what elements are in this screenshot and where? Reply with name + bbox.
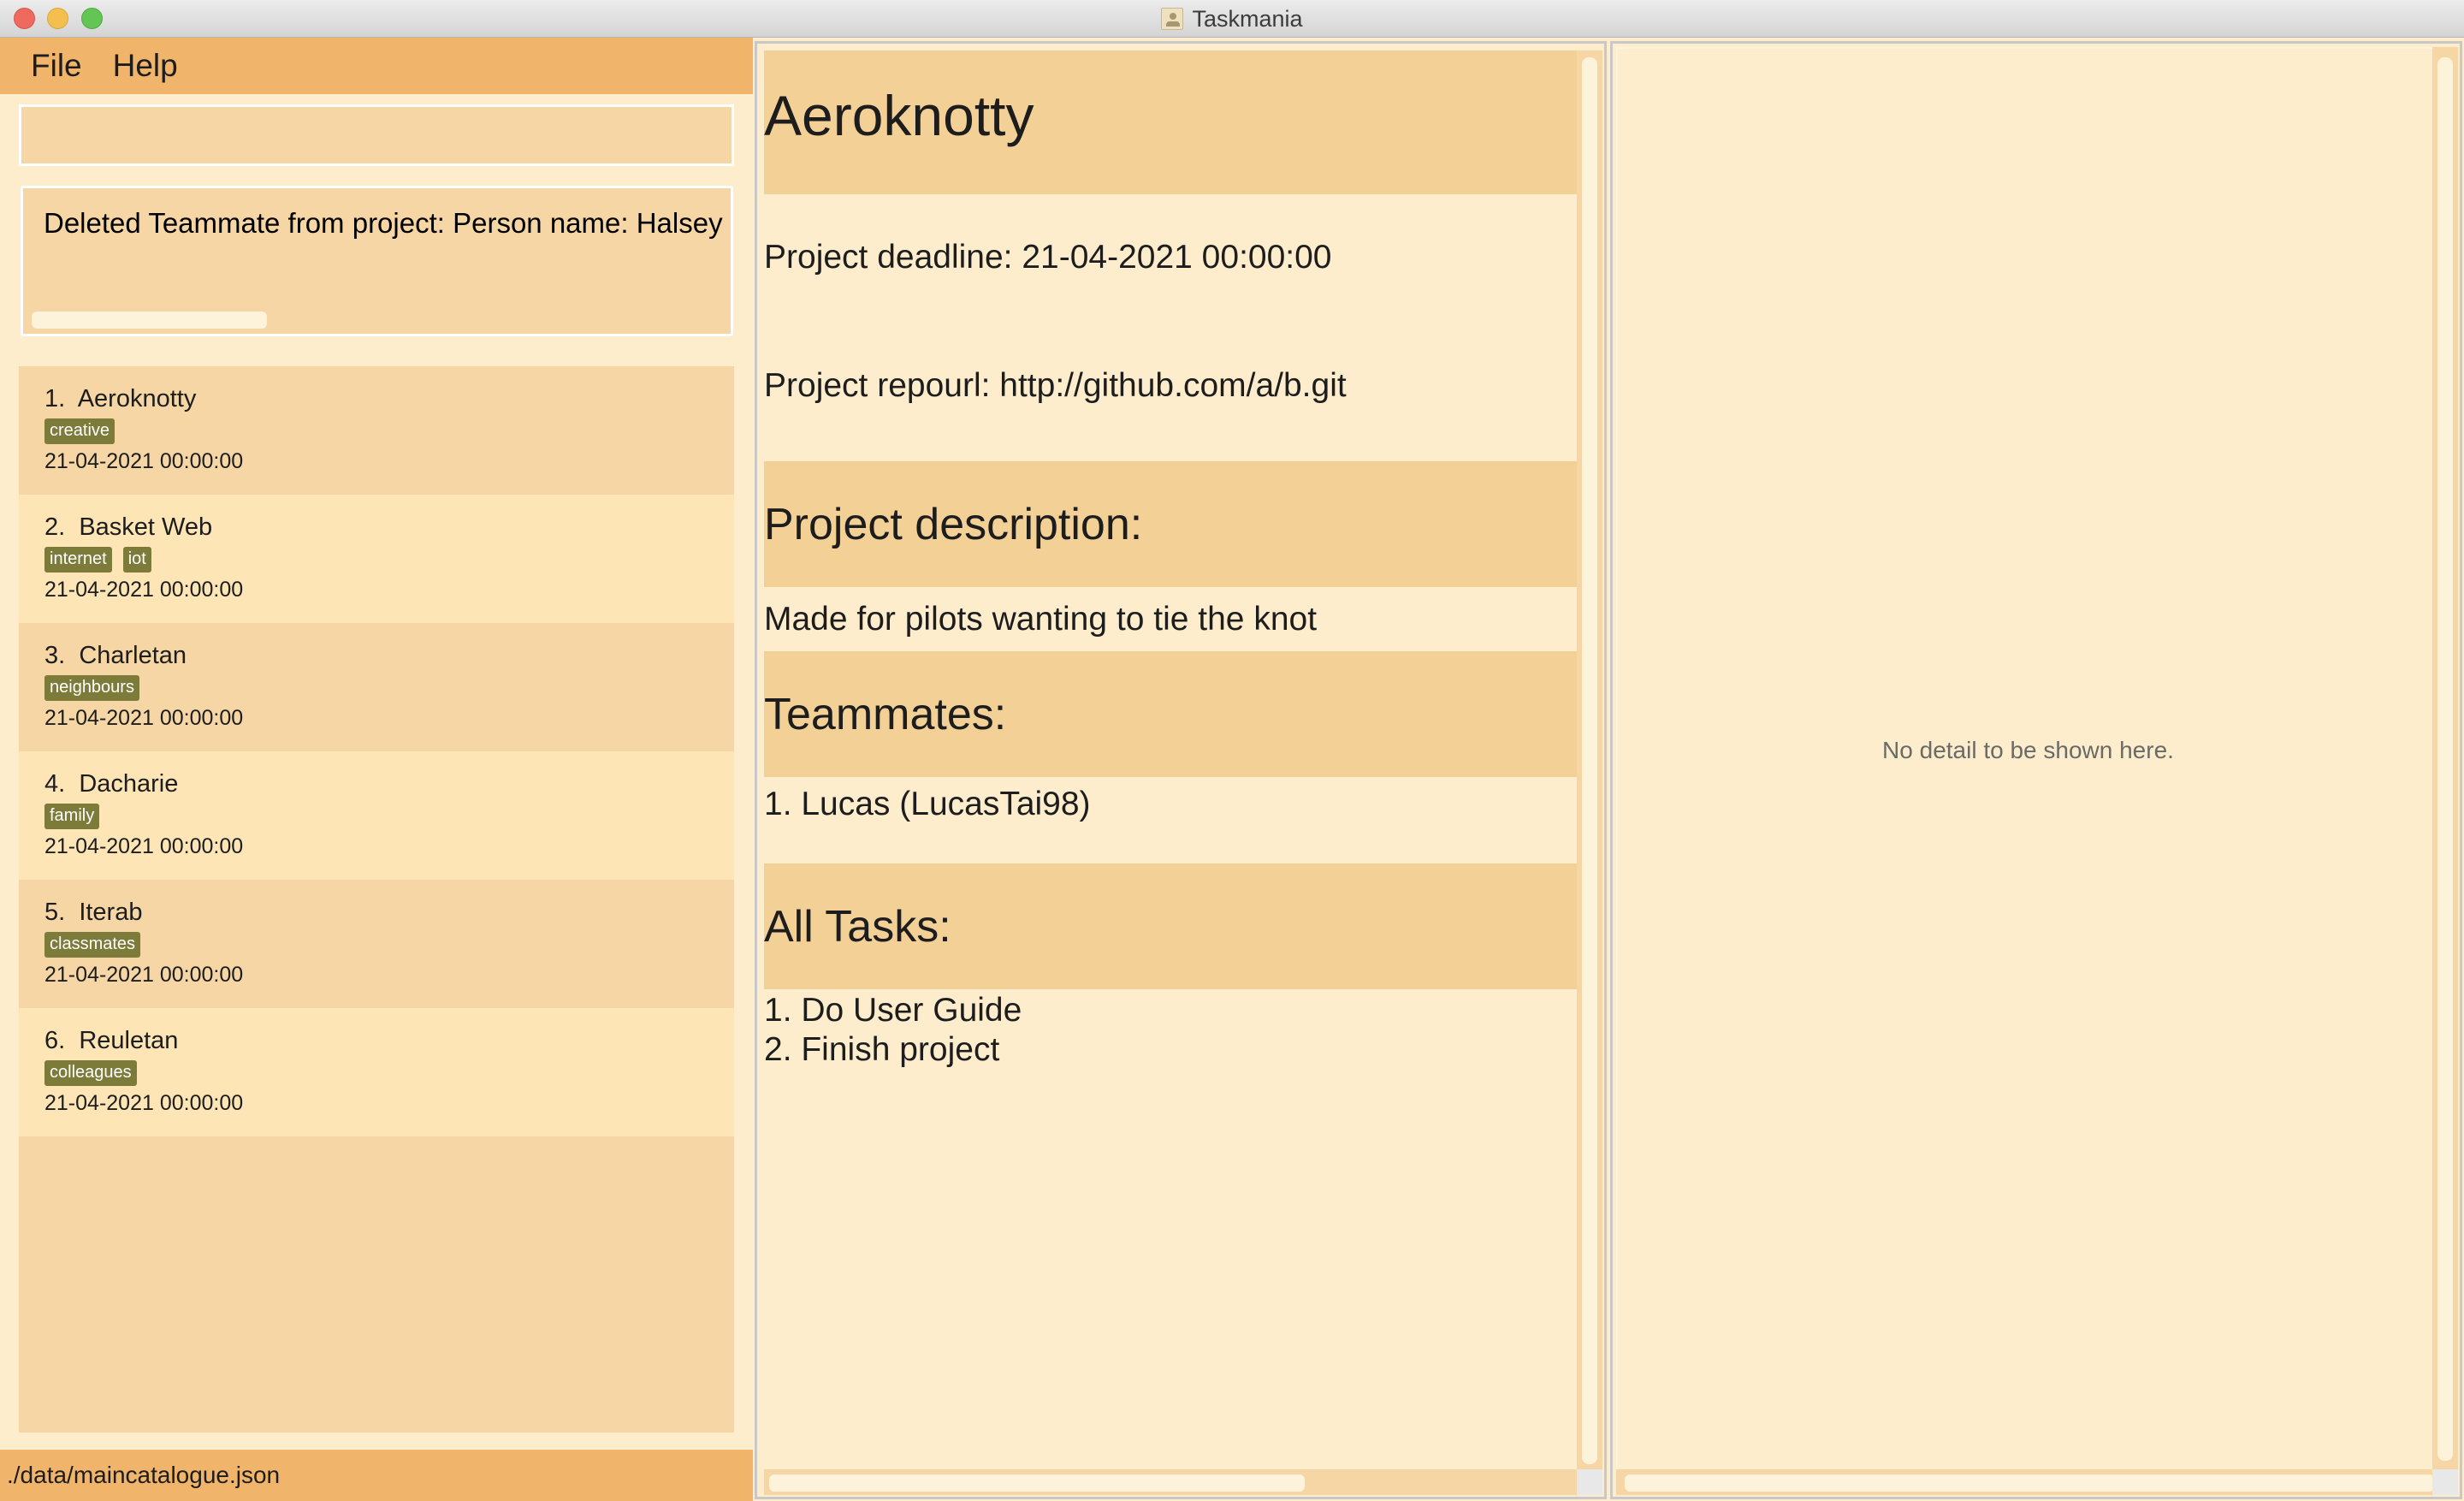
left-pane: File Help Deleted Teammate from project:… [0,38,753,1501]
project-detail-content: Aeroknotty Project deadline: 21-04-2021 … [764,50,1579,1474]
tag: creative [44,418,116,444]
menu-bar: File Help [0,38,753,94]
teammates-header: Teammates: [764,651,1579,777]
project-name: 5. Iterab [44,899,143,926]
item-detail-horizontal-scroll-thumb[interactable] [1625,1474,2434,1492]
project-title: Aeroknotty [764,84,1034,147]
project-repourl-text: Project repourl: http://github.com/a/b.g… [764,367,1347,404]
tag-group: colleagues [44,1060,708,1086]
project-deadline-row: Project deadline: 21-04-2021 00:00:00 [764,194,1579,320]
description-header: Project description: [764,461,1579,587]
tasks-header-label: All Tasks: [764,901,951,952]
project-list-item[interactable]: 4. Dacharie family 21-04-2021 00:00:00 [19,751,734,880]
tag-group: classmates [44,932,708,958]
tag-group: creative [44,418,708,444]
tag: iot [122,547,151,573]
detail-vertical-scrollbar[interactable] [1577,50,1602,1474]
window-title-bar: Taskmania [0,0,2464,38]
project-deadline: 21-04-2021 00:00:00 [44,706,244,730]
tag: classmates [44,932,141,958]
detail-vertical-scroll-thumb[interactable] [1582,57,1597,1464]
project-deadline: 21-04-2021 00:00:00 [44,834,244,858]
tag: colleagues [44,1060,137,1086]
project-repourl-row: Project repourl: http://github.com/a/b.g… [764,320,1579,461]
scroll-corner [2432,1469,2458,1495]
item-detail-pane: No detail to be shown here. [1610,41,2462,1499]
result-display-wrap: Deleted Teammate from project: Person na… [0,177,753,348]
project-list-item[interactable]: 5. Iterab classmates 21-04-2021 00:00:00 [19,880,734,1008]
project-name: 4. Dacharie [44,770,179,798]
item-detail-vertical-scroll-thumb[interactable] [2437,57,2453,1461]
teammate-item[interactable]: 1. Lucas (LucasTai98) [764,786,1091,822]
project-list-item[interactable]: 6. Reuletan colleagues 21-04-2021 00:00:… [19,1008,734,1136]
result-horizontal-scrollbar[interactable] [32,311,267,329]
item-detail-vertical-scrollbar[interactable] [2432,47,2458,1474]
description-row: Made for pilots wanting to tie the knot [764,587,1579,651]
result-display[interactable]: Deleted Teammate from project: Person na… [21,186,733,336]
project-name: 2. Basket Web [44,513,213,541]
project-detail-pane: Aeroknotty Project deadline: 21-04-2021 … [755,41,1607,1499]
tag: family [44,804,100,829]
status-bar: ./data/maincatalogue.json [0,1450,753,1501]
project-name: 3. Charletan [44,642,187,669]
tag: internet [44,547,112,573]
task-item[interactable]: 2. Finish project [764,1030,1579,1070]
project-list-item[interactable]: 3. Charletan neighbours 21-04-2021 00:00… [19,623,734,751]
project-name: 1. Aeroknotty [44,385,197,412]
tasks-header: All Tasks: [764,863,1579,989]
tag-group: internet iot [44,547,708,573]
tag-group: neighbours [44,675,708,701]
project-deadline-text: Project deadline: 21-04-2021 00:00:00 [764,238,1332,276]
teammates-list: 1. Lucas (LucasTai98) [764,777,1579,863]
project-deadline: 21-04-2021 00:00:00 [44,963,244,987]
menu-help[interactable]: Help [113,48,178,84]
result-message: Deleted Teammate from project: Person na… [44,207,733,239]
title-wrap: Taskmania [0,0,2464,38]
task-item[interactable]: 1. Do User Guide [764,991,1579,1030]
tag-group: family [44,804,708,829]
project-list-item[interactable]: 1. Aeroknotty creative 21-04-2021 00:00:… [19,366,734,495]
item-detail-content: No detail to be shown here. [1616,47,2440,1471]
window-title: Taskmania [1192,5,1303,32]
detail-horizontal-scroll-thumb[interactable] [769,1474,1305,1492]
command-input[interactable] [21,107,732,163]
project-deadline: 21-04-2021 00:00:00 [44,578,244,602]
app-user-icon [1161,8,1184,30]
menu-file[interactable]: File [31,48,82,84]
command-box [19,104,734,166]
detail-horizontal-scrollbar[interactable] [764,1469,1579,1495]
scroll-corner [1577,1469,1602,1495]
project-description: Made for pilots wanting to tie the knot [764,600,1318,638]
empty-detail-message: No detail to be shown here. [1882,737,2174,763]
project-list-item[interactable]: 2. Basket Web internet iot 21-04-2021 00… [19,495,734,623]
project-deadline: 21-04-2021 00:00:00 [44,1091,244,1115]
description-header-label: Project description: [764,499,1143,549]
tag: neighbours [44,675,139,701]
tasks-list: 1. Do User Guide 2. Finish project [764,989,1579,1070]
project-deadline: 21-04-2021 00:00:00 [44,449,244,473]
project-list: 1. Aeroknotty creative 21-04-2021 00:00:… [19,366,734,1433]
project-name: 6. Reuletan [44,1027,179,1054]
data-file-path: ./data/maincatalogue.json [7,1462,281,1488]
project-title-header: Aeroknotty [764,50,1579,194]
item-detail-horizontal-scrollbar[interactable] [1616,1469,2440,1495]
teammates-header-label: Teammates: [764,689,1007,739]
